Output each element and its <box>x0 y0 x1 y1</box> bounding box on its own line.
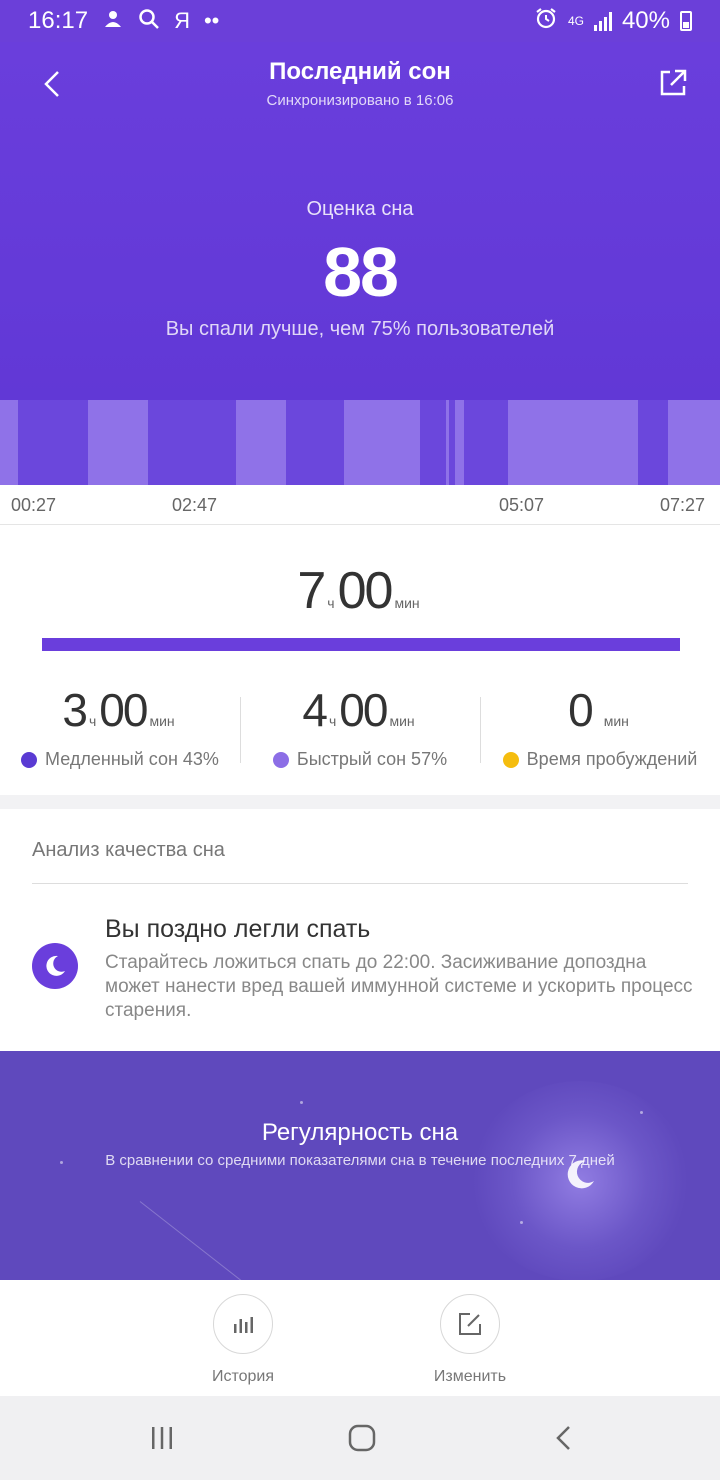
battery-percent: 40% <box>621 7 670 34</box>
system-nav-bar <box>0 1396 720 1480</box>
sleep-stages-chart[interactable] <box>0 400 720 485</box>
minutes-unit: мин <box>394 595 420 611</box>
rem-sleep-stat: 4 ч00 мин Быстрый сон 57% <box>240 683 480 773</box>
search-icon <box>138 8 160 34</box>
sleep-score: 88 <box>323 233 399 311</box>
sleep-header: Последний сон Синхронизировано в 16:06 О… <box>0 42 720 400</box>
minutes-unit: мин <box>149 713 175 729</box>
history-button[interactable]: История <box>193 1294 293 1386</box>
star <box>640 1111 643 1114</box>
hours-unit: ч <box>327 595 335 611</box>
deep-sleep-stat: 3 ч00 мин Медленный сон 43% <box>0 683 240 773</box>
deep-sleep-segment <box>449 400 455 485</box>
awake-dot-icon <box>502 751 519 768</box>
divider <box>32 883 688 884</box>
time-tick: 02:47 <box>172 495 218 515</box>
regularity-subtitle: В сравнении со средними показателями сна… <box>105 1152 615 1169</box>
rem-sleep-label: Быстрый сон 57% <box>296 749 448 769</box>
shooting-star <box>139 1201 283 1281</box>
hours-unit: ч <box>88 713 97 729</box>
alarm-icon <box>534 6 558 37</box>
moon-icon <box>32 943 78 989</box>
rem-hours: 4 <box>302 684 328 736</box>
deep-sleep-label: Медленный сон 43% <box>45 749 219 769</box>
deep-sleep-segment <box>420 400 446 485</box>
notification-icon <box>102 8 124 34</box>
total-sleep-duration: 7 ч00 мин <box>0 561 720 621</box>
awake-stat: 0 мин Время пробуждений <box>480 683 720 773</box>
awake-count: 0 <box>568 684 594 736</box>
deep-sleep-dot-icon <box>21 751 38 768</box>
analysis-item-title: Вы поздно легли спать <box>105 915 371 943</box>
sleep-summary: 7 ч00 мин 3 ч00 мин Медленный сон 43% 4 ч00 ми… <box>0 525 720 795</box>
edit-button[interactable]: Изменить <box>420 1294 520 1386</box>
section-title: Анализ качества сна <box>32 839 225 861</box>
deep-sleep-segment <box>148 400 236 485</box>
total-sleep-bar <box>42 638 680 651</box>
time-tick: 00:27 <box>11 495 57 515</box>
status-bar: 16:17 Я •• 4G 40% <box>0 0 720 42</box>
battery-icon <box>680 11 692 31</box>
sleep-regularity-card[interactable]: Регулярность сна В сравнении со средними… <box>0 1051 720 1281</box>
regularity-title: Регулярность сна <box>261 1119 459 1146</box>
home-button[interactable] <box>342 1420 382 1456</box>
history-label: История <box>211 1368 275 1385</box>
deep-sleep-segment <box>18 400 88 485</box>
rem-minutes: 00 <box>339 684 388 736</box>
deep-sleep-segment <box>286 400 344 485</box>
star <box>520 1221 523 1224</box>
edit-label: Изменить <box>433 1368 507 1385</box>
home-icon <box>348 1424 376 1452</box>
star <box>300 1101 303 1104</box>
back-icon <box>556 1426 570 1450</box>
network-type: 4G <box>567 14 584 28</box>
rem-sleep-dot-icon <box>272 751 289 768</box>
deep-hours: 3 <box>62 684 88 736</box>
yandex-icon: Я <box>174 8 190 33</box>
back-nav-button[interactable] <box>544 1420 584 1456</box>
time-tick: 05:07 <box>499 495 545 515</box>
page-title: Последний сон <box>269 58 451 85</box>
deep-minutes: 00 <box>99 684 148 736</box>
deep-sleep-segment <box>638 400 668 485</box>
edit-icon <box>459 1313 481 1335</box>
awake-label: Время пробуждений <box>526 749 698 769</box>
time-axis: 00:27 02:47 05:07 07:27 <box>0 485 720 525</box>
recent-apps-button[interactable] <box>142 1420 182 1456</box>
signal-icon <box>593 11 612 31</box>
bottom-actions: История Изменить <box>0 1280 720 1396</box>
sync-status: Синхронизировано в 16:06 <box>266 92 454 109</box>
total-hours: 7 <box>297 562 326 620</box>
bar-chart-icon <box>234 1317 253 1333</box>
share-button[interactable] <box>656 66 690 100</box>
total-minutes: 00 <box>337 562 394 620</box>
score-comparison: Вы спали лучше, чем 75% пользователей <box>165 318 555 340</box>
recent-apps-icon <box>152 1427 172 1449</box>
minutes-unit: мин <box>603 713 629 729</box>
clock: 16:17 <box>28 7 89 34</box>
share-icon <box>660 69 687 96</box>
time-tick: 07:27 <box>660 495 706 515</box>
sleep-quality-analysis: Анализ качества сна Вы поздно легли спат… <box>0 809 720 1051</box>
hours-unit: ч <box>328 713 337 729</box>
minutes-unit: мин <box>389 713 415 729</box>
score-label: Оценка сна <box>306 198 414 220</box>
deep-sleep-segment <box>464 400 508 485</box>
analysis-item-text: Старайтесь ложиться спать до 22:00. Заси… <box>105 952 693 1021</box>
more-dots-icon: •• <box>203 8 220 33</box>
